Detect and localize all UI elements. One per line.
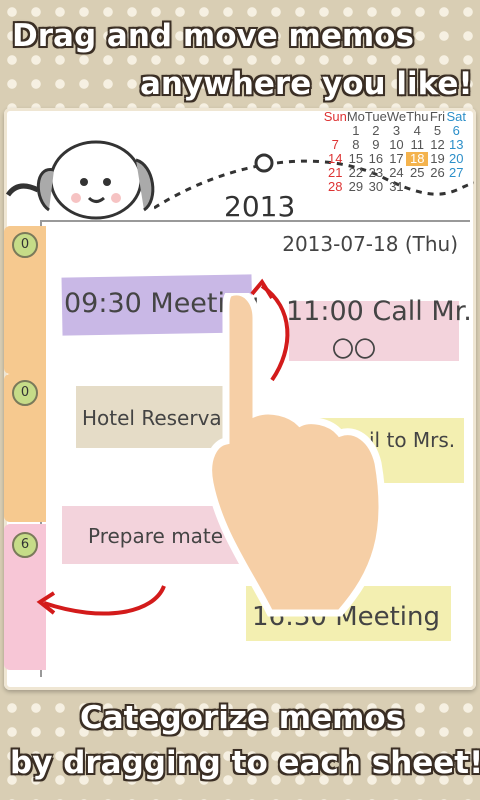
pointing-hand-icon: [205, 293, 386, 617]
bottom-headline-line2: by dragging to each sheet!: [10, 745, 480, 781]
top-headline-line1: Drag and move memos: [12, 18, 414, 54]
top-headline-line2: anywhere you like!: [140, 66, 473, 102]
memo-board: 2013 Sun Mo Tue We Thu Fri Sat 123456789…: [4, 108, 476, 690]
bottom-headline-line1: Categorize memos: [80, 700, 405, 736]
